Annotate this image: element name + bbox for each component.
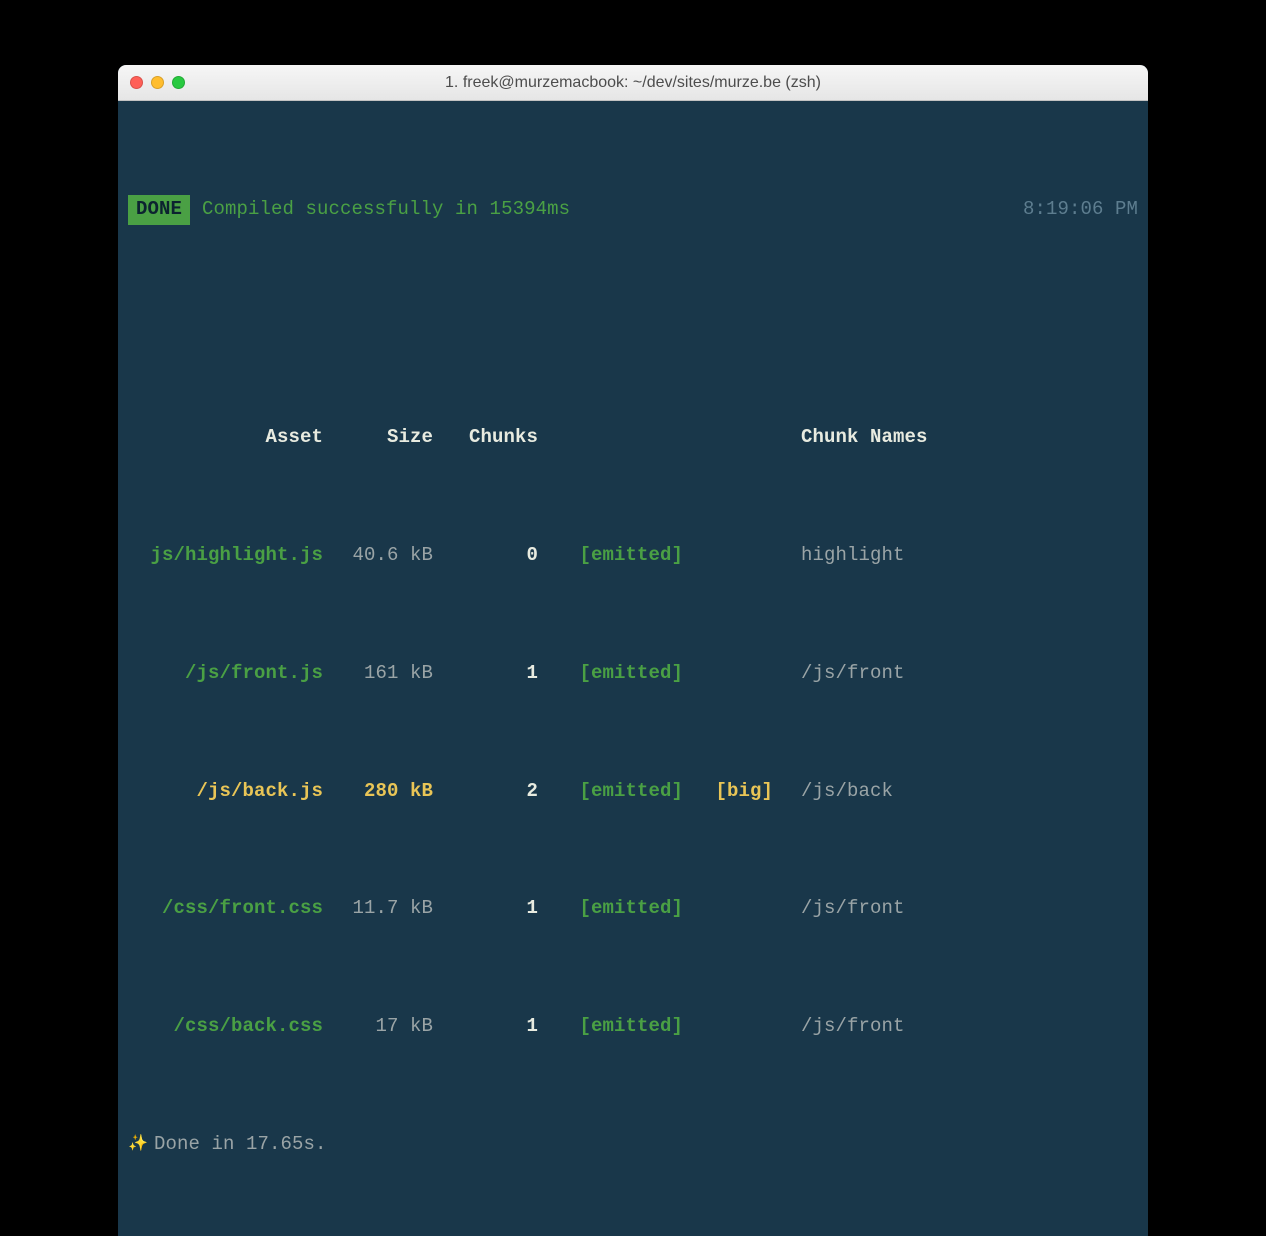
header-chunk-names: Chunk Names [773,423,928,452]
done-line: ✨ Done in 17.65s. [128,1130,1138,1159]
big-tag [683,541,773,570]
asset-name: /js/back.js [128,777,323,806]
traffic-lights [130,76,185,89]
asset-chunks: 1 [433,894,538,923]
asset-size: 40.6 kB [323,541,433,570]
header-size: Size [323,423,433,452]
asset-size: 17 kB [323,1012,433,1041]
asset-size: 161 kB [323,659,433,688]
emitted-tag: [emitted] [538,659,683,688]
big-tag [683,659,773,688]
terminal-window: 1. freek@murzemacbook: ~/dev/sites/murze… [118,65,1148,1236]
big-tag [683,1012,773,1041]
emitted-tag: [emitted] [538,541,683,570]
status-badge: DONE [128,195,190,224]
asset-chunks: 1 [433,659,538,688]
done-text: Done in 17.65s. [154,1130,327,1159]
asset-size: 280 kB [323,777,433,806]
asset-chunks: 2 [433,777,538,806]
emitted-tag: [emitted] [538,777,683,806]
status-time: 8:19:06 PM [1023,195,1138,224]
chunk-name: /js/front [773,1012,905,1041]
emitted-tag: [emitted] [538,894,683,923]
asset-size: 11.7 kB [323,894,433,923]
minimize-icon[interactable] [151,76,164,89]
chunk-name: highlight [773,541,905,570]
asset-name: /css/front.css [128,894,323,923]
header-chunks: Chunks [433,423,538,452]
table-header-row: Asset Size Chunks Chunk Names [128,423,1138,452]
sparkles-icon: ✨ [128,1132,148,1157]
asset-name: /css/back.css [128,1012,323,1041]
asset-name: /js/front.js [128,659,323,688]
close-icon[interactable] [130,76,143,89]
table-row: /css/back.css 17 kB 1 [emitted] /js/fron… [128,1012,1138,1041]
table-row: /css/front.css 11.7 kB 1 [emitted] /js/f… [128,894,1138,923]
header-asset: Asset [128,423,323,452]
table-row: /js/front.js 161 kB 1 [emitted] /js/fron… [128,659,1138,688]
big-tag: [big] [683,777,773,806]
status-line: DONE Compiled successfully in 15394ms 8:… [128,195,1138,224]
emitted-tag: [emitted] [538,1012,683,1041]
table-row: /js/back.js 280 kB 2 [emitted] [big] /js… [128,777,1138,806]
asset-chunks: 1 [433,1012,538,1041]
terminal-body[interactable]: DONE Compiled successfully in 15394ms 8:… [118,101,1148,1236]
chunk-name: /js/front [773,894,905,923]
status-message: Compiled successfully in 15394ms [202,195,1023,224]
zoom-icon[interactable] [172,76,185,89]
titlebar[interactable]: 1. freek@murzemacbook: ~/dev/sites/murze… [118,65,1148,101]
asset-chunks: 0 [433,541,538,570]
chunk-name: /js/front [773,659,905,688]
big-tag [683,894,773,923]
table-row: js/highlight.js 40.6 kB 0 [emitted] high… [128,541,1138,570]
chunk-name: /js/back [773,777,893,806]
asset-name: js/highlight.js [128,541,323,570]
window-title: 1. freek@murzemacbook: ~/dev/sites/murze… [130,74,1136,92]
